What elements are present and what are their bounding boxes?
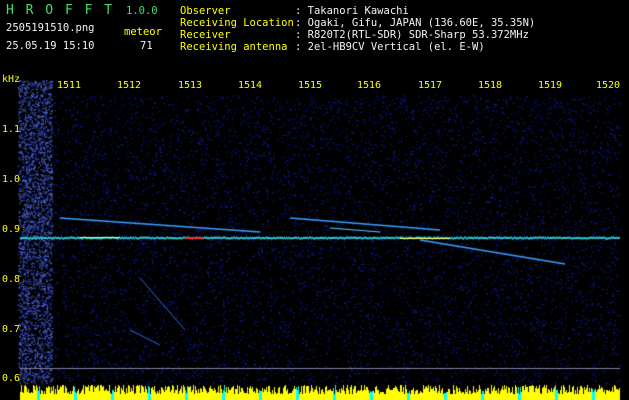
x-tick: 1518	[478, 80, 503, 91]
antenna-value: : 2el-HB9CV Vertical (el. E-W)	[295, 41, 485, 53]
meteor-label: meteor	[124, 26, 162, 38]
file-name: 2505191510.png	[6, 22, 95, 34]
app-version: 1.0.0	[126, 5, 158, 17]
y-tick: 0.7	[2, 324, 21, 335]
x-tick: 1519	[538, 80, 563, 91]
y-tick: 1.1	[2, 124, 21, 135]
y-tick: 0.6	[2, 373, 21, 384]
y-tick: 0.9	[2, 224, 21, 235]
x-tick: 1511	[57, 80, 82, 91]
x-tick: 1516	[357, 80, 382, 91]
app-title: H R O F F T	[6, 3, 115, 18]
x-tick: 1520	[596, 80, 621, 91]
x-tick: 1517	[418, 80, 443, 91]
file-datetime: 25.05.19 15:10	[6, 40, 95, 52]
y-axis-unit: kHz	[2, 74, 21, 85]
y-tick: 0.8	[2, 274, 21, 285]
x-tick: 1515	[298, 80, 323, 91]
x-tick: 1513	[178, 80, 203, 91]
y-tick: 1.0	[2, 174, 21, 185]
meteor-count: 71	[140, 40, 153, 52]
antenna-label: Receiving antenna	[180, 41, 288, 53]
x-tick: 1514	[238, 80, 263, 91]
spectrogram-plot	[0, 0, 629, 400]
x-tick: 1512	[117, 80, 142, 91]
